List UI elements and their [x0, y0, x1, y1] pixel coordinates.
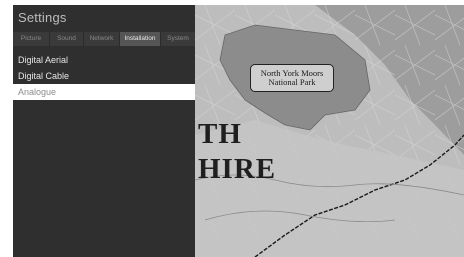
menu-item-digital-cable[interactable]: Digital Cable — [13, 68, 195, 84]
tab-installation[interactable]: Installation — [120, 32, 161, 46]
settings-panel: Settings Picture Sound Network Installat… — [13, 5, 195, 257]
settings-tabs: Picture Sound Network Installation Syste… — [13, 32, 195, 46]
tab-picture[interactable]: Picture — [13, 32, 50, 46]
park-label-line2: National Park — [268, 77, 316, 87]
installation-menu: Digital Aerial Digital Cable Analogue — [13, 52, 195, 100]
tab-system[interactable]: System — [161, 32, 195, 46]
menu-item-analogue[interactable]: Analogue — [13, 84, 195, 100]
tab-sound[interactable]: Sound — [50, 32, 84, 46]
region-text-line2: HIRE — [198, 153, 277, 185]
panel-title: Settings — [18, 10, 67, 25]
tv-screen: North York Moors National Park TH HIRE S… — [0, 0, 464, 257]
background-map: North York Moors National Park TH HIRE — [195, 5, 464, 257]
menu-item-digital-aerial[interactable]: Digital Aerial — [13, 52, 195, 68]
tab-network[interactable]: Network — [84, 32, 120, 46]
region-text-line1: TH — [198, 118, 242, 150]
national-park-label: North York Moors National Park — [250, 64, 334, 92]
